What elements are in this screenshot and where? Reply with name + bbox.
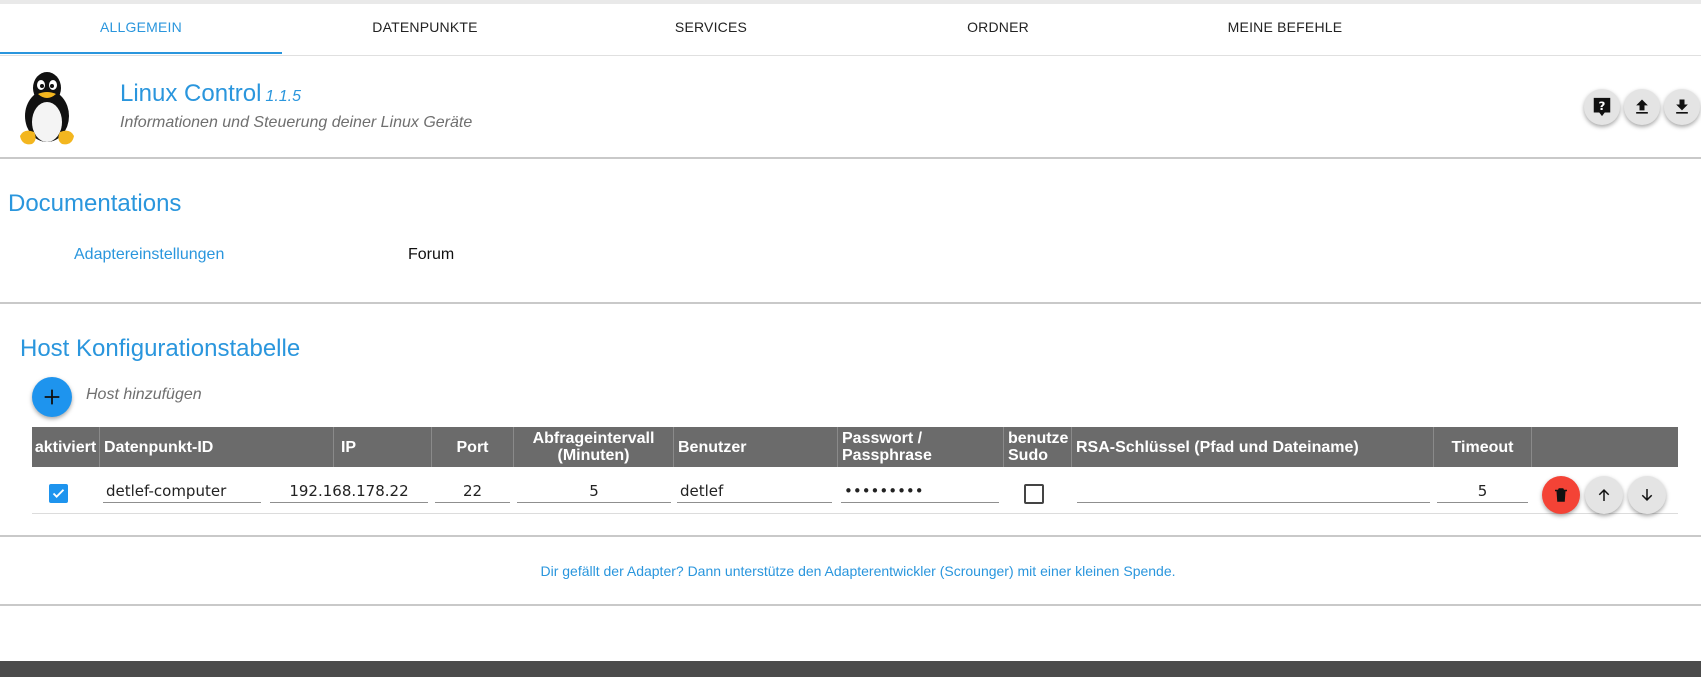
download-button[interactable] (1664, 89, 1700, 125)
help-icon: ? (1593, 97, 1611, 117)
move-up-button[interactable] (1585, 476, 1623, 514)
datapoint-id-input[interactable] (103, 479, 261, 503)
add-host-label: Host hinzufügen (86, 386, 202, 403)
table-row (32, 467, 1678, 514)
active-tab-indicator (0, 52, 282, 54)
col-abfrageintervall: Abfrageintervall (Minuten) (514, 427, 674, 467)
sudo-checkbox[interactable] (1024, 484, 1044, 504)
interval-input[interactable] (517, 479, 671, 503)
col-actions (1532, 427, 1678, 467)
password-input[interactable] (841, 479, 999, 503)
link-adaptereinstellungen[interactable]: Adaptereinstellungen (74, 246, 224, 264)
linux-penguin-icon (20, 72, 74, 145)
upload-button[interactable] (1624, 89, 1660, 125)
col-passwort: Passwort / Passphrase (838, 427, 1004, 467)
check-icon (52, 489, 65, 498)
footer-bar (0, 661, 1701, 677)
col-sudo: benutze Sudo (1004, 427, 1072, 467)
tab-services[interactable]: SERVICES (568, 4, 854, 54)
adapter-version: 1.1.5 (265, 88, 302, 105)
donate-section: Dir gefällt der Adapter? Dann unterstütz… (0, 538, 1701, 606)
donate-link[interactable]: Dir gefällt der Adapter? Dann unterstütz… (0, 563, 1701, 579)
col-rsa-key: RSA-Schlüssel (Pfad und Dateiname) (1072, 427, 1434, 467)
aktiviert-checkbox[interactable] (49, 484, 68, 503)
adapter-subtitle: Informationen und Steuerung deiner Linux… (120, 114, 473, 131)
col-port: Port (432, 427, 514, 467)
host-config-section: Host Konfigurationstabelle Host hinzufüg… (0, 305, 1701, 537)
svg-text:?: ? (1599, 99, 1606, 113)
delete-row-button[interactable] (1542, 476, 1580, 514)
arrow-down-icon (1641, 489, 1653, 501)
col-benutzer: Benutzer (674, 427, 838, 467)
col-ip: IP (266, 427, 432, 467)
help-button[interactable]: ? (1584, 89, 1620, 125)
adapter-header: Linux Control 1.1.5 Informationen und Ste… (0, 56, 1701, 159)
plus-icon (44, 389, 60, 405)
documentation-section: Documentations Adaptereinstellungen Foru… (0, 160, 1701, 304)
tab-ordner[interactable]: ORDNER (854, 4, 1142, 54)
ip-input[interactable] (270, 479, 428, 503)
link-forum[interactable]: Forum (408, 246, 454, 264)
move-down-button[interactable] (1628, 476, 1666, 514)
trash-icon (1555, 488, 1567, 502)
download-icon (1676, 99, 1688, 114)
upload-icon (1636, 99, 1648, 114)
rsa-key-input[interactable] (1077, 479, 1430, 503)
adapter-name: Linux Control (120, 80, 262, 107)
tab-bar: ALLGEMEIN DATENPUNKTE SERVICES ORDNER ME… (0, 4, 1701, 56)
user-input[interactable] (677, 479, 832, 503)
col-timeout: Timeout (1434, 427, 1532, 467)
tab-datenpunkte[interactable]: DATENPUNKTE (282, 4, 568, 54)
timeout-input[interactable] (1437, 479, 1528, 503)
tab-allgemein[interactable]: ALLGEMEIN (0, 4, 282, 54)
table-header: aktiviert Datenpunkt-ID IP Port Abfragei… (32, 427, 1678, 467)
documentation-title: Documentations (8, 190, 182, 217)
host-table-title: Host Konfigurationstabelle (20, 335, 301, 362)
adapter-title: Linux Control 1.1.5 (120, 80, 301, 108)
port-input[interactable] (435, 479, 510, 503)
col-aktiviert: aktiviert (32, 427, 100, 467)
arrow-up-icon (1598, 489, 1610, 501)
add-host-button[interactable] (32, 377, 72, 417)
tab-meine-befehle[interactable]: MEINE BEFEHLE (1142, 4, 1428, 54)
